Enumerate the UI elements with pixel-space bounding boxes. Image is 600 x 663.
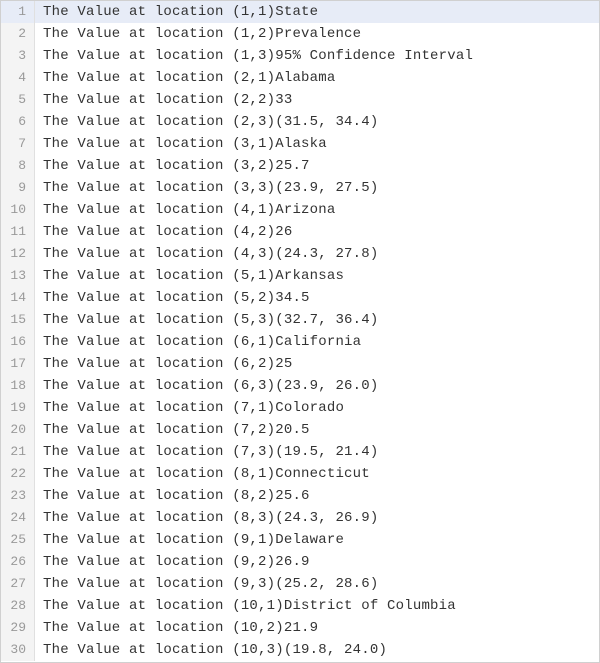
editor-line[interactable]: 20The Value at location (7,2)20.5: [1, 419, 599, 441]
line-content[interactable]: The Value at location (8,1)Connecticut: [35, 463, 370, 485]
line-content[interactable]: The Value at location (7,2)20.5: [35, 419, 310, 441]
editor-line[interactable]: 7The Value at location (3,1)Alaska: [1, 133, 599, 155]
editor-line[interactable]: 2The Value at location (1,2)Prevalence: [1, 23, 599, 45]
line-number: 22: [1, 463, 35, 485]
editor-line[interactable]: 1The Value at location (1,1)State: [1, 1, 599, 23]
line-number: 23: [1, 485, 35, 507]
line-number: 18: [1, 375, 35, 397]
line-number: 4: [1, 67, 35, 89]
line-number: 11: [1, 221, 35, 243]
line-content[interactable]: The Value at location (1,3)95% Confidenc…: [35, 45, 473, 67]
line-number: 10: [1, 199, 35, 221]
editor-line[interactable]: 13The Value at location (5,1)Arkansas: [1, 265, 599, 287]
editor-line[interactable]: 27The Value at location (9,3)(25.2, 28.6…: [1, 573, 599, 595]
line-content[interactable]: The Value at location (5,2)34.5: [35, 287, 310, 309]
editor-line[interactable]: 23The Value at location (8,2)25.6: [1, 485, 599, 507]
editor-line[interactable]: 11The Value at location (4,2)26: [1, 221, 599, 243]
line-content[interactable]: The Value at location (10,3)(19.8, 24.0): [35, 639, 387, 661]
editor-line[interactable]: 4The Value at location (2,1)Alabama: [1, 67, 599, 89]
line-content[interactable]: The Value at location (6,2)25: [35, 353, 292, 375]
line-content[interactable]: The Value at location (8,3)(24.3, 26.9): [35, 507, 378, 529]
editor-line[interactable]: 12The Value at location (4,3)(24.3, 27.8…: [1, 243, 599, 265]
editor-line[interactable]: 26The Value at location (9,2)26.9: [1, 551, 599, 573]
line-number: 15: [1, 309, 35, 331]
line-number: 21: [1, 441, 35, 463]
editor-line[interactable]: 25The Value at location (9,1)Delaware: [1, 529, 599, 551]
editor-line[interactable]: 15The Value at location (5,3)(32.7, 36.4…: [1, 309, 599, 331]
line-number: 29: [1, 617, 35, 639]
editor-line[interactable]: 9The Value at location (3,3)(23.9, 27.5): [1, 177, 599, 199]
line-number: 6: [1, 111, 35, 133]
line-content[interactable]: The Value at location (3,1)Alaska: [35, 133, 327, 155]
line-number: 7: [1, 133, 35, 155]
line-content[interactable]: The Value at location (4,3)(24.3, 27.8): [35, 243, 378, 265]
line-number: 27: [1, 573, 35, 595]
editor-line[interactable]: 29The Value at location (10,2)21.9: [1, 617, 599, 639]
line-number: 17: [1, 353, 35, 375]
line-number: 16: [1, 331, 35, 353]
line-number: 1: [1, 1, 35, 23]
line-content[interactable]: The Value at location (9,3)(25.2, 28.6): [35, 573, 378, 595]
line-number: 12: [1, 243, 35, 265]
code-editor[interactable]: 1The Value at location (1,1)State2The Va…: [0, 0, 600, 663]
editor-line[interactable]: 16The Value at location (6,1)California: [1, 331, 599, 353]
line-number: 19: [1, 397, 35, 419]
editor-line[interactable]: 14The Value at location (5,2)34.5: [1, 287, 599, 309]
editor-line[interactable]: 5The Value at location (2,2)33: [1, 89, 599, 111]
line-content[interactable]: The Value at location (2,3)(31.5, 34.4): [35, 111, 378, 133]
line-content[interactable]: The Value at location (1,2)Prevalence: [35, 23, 361, 45]
line-content[interactable]: The Value at location (2,2)33: [35, 89, 292, 111]
line-content[interactable]: The Value at location (8,2)25.6: [35, 485, 310, 507]
editor-line[interactable]: 10The Value at location (4,1)Arizona: [1, 199, 599, 221]
line-number: 13: [1, 265, 35, 287]
line-number: 26: [1, 551, 35, 573]
line-content[interactable]: The Value at location (9,1)Delaware: [35, 529, 344, 551]
line-number: 5: [1, 89, 35, 111]
editor-line[interactable]: 28The Value at location (10,1)District o…: [1, 595, 599, 617]
editor-line[interactable]: 3The Value at location (1,3)95% Confiden…: [1, 45, 599, 67]
line-number: 30: [1, 639, 35, 661]
line-content[interactable]: The Value at location (6,1)California: [35, 331, 361, 353]
line-content[interactable]: The Value at location (10,2)21.9: [35, 617, 318, 639]
line-content[interactable]: The Value at location (5,1)Arkansas: [35, 265, 344, 287]
line-number: 9: [1, 177, 35, 199]
line-content[interactable]: The Value at location (1,1)State: [35, 1, 318, 23]
line-content[interactable]: The Value at location (3,3)(23.9, 27.5): [35, 177, 378, 199]
line-number: 25: [1, 529, 35, 551]
line-content[interactable]: The Value at location (10,1)District of …: [35, 595, 456, 617]
line-content[interactable]: The Value at location (7,3)(19.5, 21.4): [35, 441, 378, 463]
editor-line[interactable]: 21The Value at location (7,3)(19.5, 21.4…: [1, 441, 599, 463]
line-content[interactable]: The Value at location (4,2)26: [35, 221, 292, 243]
line-number: 8: [1, 155, 35, 177]
editor-line[interactable]: 24The Value at location (8,3)(24.3, 26.9…: [1, 507, 599, 529]
line-content[interactable]: The Value at location (6,3)(23.9, 26.0): [35, 375, 378, 397]
line-number: 24: [1, 507, 35, 529]
editor-line[interactable]: 18The Value at location (6,3)(23.9, 26.0…: [1, 375, 599, 397]
line-content[interactable]: The Value at location (3,2)25.7: [35, 155, 310, 177]
line-content[interactable]: The Value at location (5,3)(32.7, 36.4): [35, 309, 378, 331]
editor-line[interactable]: 17The Value at location (6,2)25: [1, 353, 599, 375]
line-content[interactable]: The Value at location (9,2)26.9: [35, 551, 310, 573]
line-number: 3: [1, 45, 35, 67]
line-number: 14: [1, 287, 35, 309]
line-content[interactable]: The Value at location (4,1)Arizona: [35, 199, 335, 221]
editor-line[interactable]: 6The Value at location (2,3)(31.5, 34.4): [1, 111, 599, 133]
line-content[interactable]: The Value at location (2,1)Alabama: [35, 67, 335, 89]
line-content[interactable]: The Value at location (7,1)Colorado: [35, 397, 344, 419]
line-number: 20: [1, 419, 35, 441]
editor-line[interactable]: 8The Value at location (3,2)25.7: [1, 155, 599, 177]
editor-line[interactable]: 22The Value at location (8,1)Connecticut: [1, 463, 599, 485]
editor-line[interactable]: 30The Value at location (10,3)(19.8, 24.…: [1, 639, 599, 661]
line-number: 28: [1, 595, 35, 617]
line-number: 2: [1, 23, 35, 45]
editor-line[interactable]: 19The Value at location (7,1)Colorado: [1, 397, 599, 419]
